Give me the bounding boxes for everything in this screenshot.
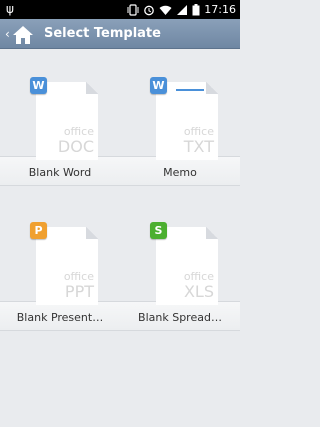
alarm-icon	[144, 5, 155, 15]
action-bar: ‹ Select Template	[0, 19, 240, 49]
status-bar: ψ 17:16	[0, 0, 240, 19]
page-fold	[86, 82, 98, 94]
presentation-badge-icon: P	[30, 222, 47, 239]
spreadsheet-badge-icon: S	[150, 222, 167, 239]
clock-time: 17:16	[204, 3, 236, 16]
page-fold	[86, 227, 98, 239]
wifi-icon	[159, 5, 172, 15]
signal-icon	[177, 4, 188, 15]
status-icons: 17:16	[127, 2, 236, 17]
template-blank-word[interactable]: office DOC W Blank Word	[0, 50, 120, 210]
word-badge-icon: W	[150, 77, 167, 94]
template-label: Memo	[163, 166, 197, 179]
template-memo[interactable]: office TXT W Memo	[120, 50, 240, 210]
page-title: Select Template	[44, 26, 161, 41]
page-fold	[206, 82, 218, 94]
battery-icon	[192, 3, 200, 15]
word-badge-icon: W	[30, 77, 47, 94]
doc-ext-text: DOC	[57, 137, 94, 156]
home-icon	[12, 25, 33, 44]
template-blank-spreadsheet[interactable]: office XLS S Blank Spread…	[120, 195, 240, 355]
vibrate-icon	[127, 3, 139, 16]
template-blank-presentation[interactable]: office PPT P Blank Present…	[0, 195, 120, 355]
home-up-button[interactable]: ‹	[0, 19, 44, 49]
template-label: Blank Word	[28, 166, 92, 179]
template-label: Blank Present…	[16, 311, 104, 324]
memo-line	[176, 89, 204, 91]
template-label: Blank Spread…	[138, 311, 222, 324]
chevron-left-icon: ‹	[5, 27, 10, 41]
doc-ext-text: PPT	[64, 282, 94, 301]
doc-ext-text: TXT	[183, 137, 214, 156]
doc-ext-text: XLS	[183, 282, 214, 301]
usb-debug-icon: ψ	[6, 2, 14, 16]
page-fold	[206, 227, 218, 239]
